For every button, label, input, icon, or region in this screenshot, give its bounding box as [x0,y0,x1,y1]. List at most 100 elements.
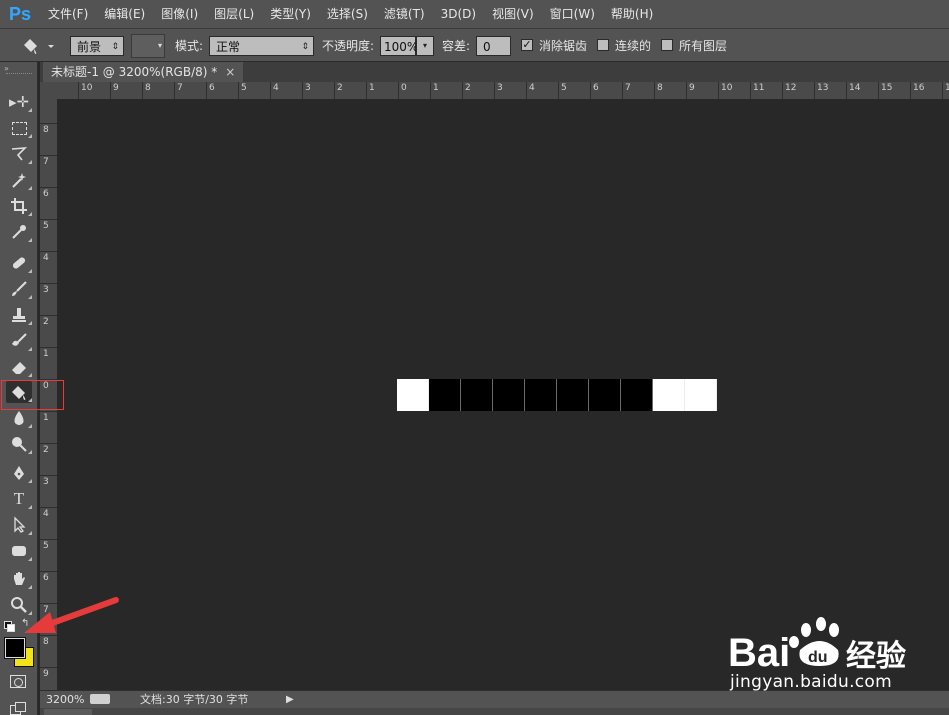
ruler-tick [40,187,57,188]
lasso-icon [11,147,28,161]
status-options-icon[interactable] [90,694,110,704]
move-tool[interactable]: ▸✛ [6,91,32,113]
chevron-updown-icon: ⇕ [111,42,119,52]
ruler-label: 7 [43,157,49,167]
black-pixel[interactable] [589,379,621,411]
white-pixel[interactable] [685,379,717,411]
clone-stamp-tool[interactable] [6,304,32,326]
menu-item[interactable]: 滤镜(T) [376,0,433,28]
ruler-tick [622,82,623,99]
fill-source-select[interactable]: 前景 ⇕ [70,36,124,56]
black-pixel[interactable] [557,379,589,411]
swap-colors-icon[interactable]: ↰ [21,618,29,629]
ruler-label: 1 [43,349,49,359]
ruler-label: 16 [913,83,925,93]
toolbox-collapse-icon[interactable]: » [4,64,9,73]
history-brush-tool[interactable] [6,330,32,352]
mode-select[interactable]: 正常 ⇕ [209,36,314,56]
close-icon[interactable]: × [225,65,235,79]
blur-tool[interactable] [6,407,32,429]
menu-item[interactable]: 类型(Y) [262,0,319,28]
ruler-tick [40,155,57,156]
ruler-tick [654,82,655,99]
menu-item[interactable]: 视图(V) [484,0,542,28]
ruler-origin[interactable] [40,82,57,99]
ruler-tick [40,635,57,636]
shape-tool[interactable] [6,540,32,562]
magic-wand-tool[interactable] [6,169,32,191]
antialias-checkbox[interactable]: ✓ [521,39,533,51]
ruler-tick [334,82,335,99]
zoom-tool[interactable] [6,594,32,616]
default-colors-icon[interactable] [4,621,15,632]
menu-item[interactable]: 选择(S) [319,0,376,28]
menu-item[interactable]: 窗口(W) [542,0,603,28]
document-tab-bar: 未标题-1 @ 3200%(RGB/8) * × [40,62,949,82]
menu-item[interactable]: 文件(F) [40,0,96,28]
pattern-picker[interactable]: ▾ [131,34,165,58]
eraser-tool[interactable] [6,356,32,378]
black-pixel[interactable] [525,379,557,411]
lasso-tool[interactable] [6,143,32,165]
ruler-label: 0 [401,83,407,93]
menu-item[interactable]: 编辑(E) [96,0,153,28]
zoom-icon [11,597,27,613]
crop-tool[interactable] [6,195,32,217]
all-layers-checkbox[interactable] [661,39,673,51]
ruler-tick [40,219,57,220]
tolerance-input[interactable]: 0 [476,36,511,56]
black-pixel[interactable] [493,379,525,411]
menu-item[interactable]: 图像(I) [153,0,206,28]
zoom-level[interactable]: 3200% [46,691,84,708]
foreground-color-swatch[interactable] [4,637,26,659]
quick-mask-button[interactable] [10,675,26,688]
brush-tool[interactable] [6,278,32,300]
tool-preset-picker[interactable] [20,36,60,56]
chevron-down-icon: ▾ [157,41,162,50]
pixel-row[interactable] [397,379,717,411]
ruler-label: 5 [241,83,247,93]
ruler-tick [238,82,239,99]
document-tab[interactable]: 未标题-1 @ 3200%(RGB/8) * × [43,62,244,82]
ruler-tick [302,82,303,99]
ruler-label: 1 [43,413,49,423]
timeline-tab[interactable] [44,709,92,715]
pen-tool[interactable] [6,462,32,484]
ruler-tick [206,82,207,99]
horizontal-ruler[interactable]: 1098765432101234567891011121314151617 [57,82,949,99]
menu-item[interactable]: 3D(D) [433,0,484,28]
play-icon[interactable]: ▶ [286,691,294,708]
white-pixel[interactable] [397,379,429,411]
menu-item[interactable]: 帮助(H) [603,0,661,28]
dodge-tool[interactable] [6,433,32,455]
screen-mode-button[interactable] [10,702,26,715]
black-pixel[interactable] [429,379,461,411]
ruler-tick [40,347,57,348]
eyedropper-icon [12,225,26,239]
menu-item[interactable]: 图层(L) [206,0,262,28]
contiguous-checkbox[interactable] [597,39,609,51]
black-pixel[interactable] [621,379,653,411]
document-title: 未标题-1 @ 3200%(RGB/8) * [51,65,218,79]
marquee-tool[interactable] [6,117,32,139]
black-pixel[interactable] [461,379,493,411]
ruler-tick [910,82,911,99]
healing-brush-tool[interactable] [6,252,32,274]
white-pixel[interactable] [653,379,685,411]
quick-mask-icon [14,678,23,687]
path-selection-tool[interactable] [6,514,32,536]
ruler-tick [398,82,399,99]
eyedropper-tool[interactable] [6,221,32,243]
ruler-label: 6 [43,189,49,199]
toolbox-grip[interactable] [6,73,32,76]
type-tool[interactable]: T [6,488,32,510]
opacity-dropdown-button[interactable]: ▾ [416,36,434,56]
opacity-input[interactable]: 100% [380,36,418,56]
ruler-label: 12 [785,83,797,93]
document-canvas[interactable] [57,99,949,690]
dodge-icon [12,437,27,452]
ruler-tick [78,82,79,99]
hand-tool[interactable] [6,568,32,590]
ruler-tick [40,603,57,604]
ruler-label: 11 [753,83,765,93]
